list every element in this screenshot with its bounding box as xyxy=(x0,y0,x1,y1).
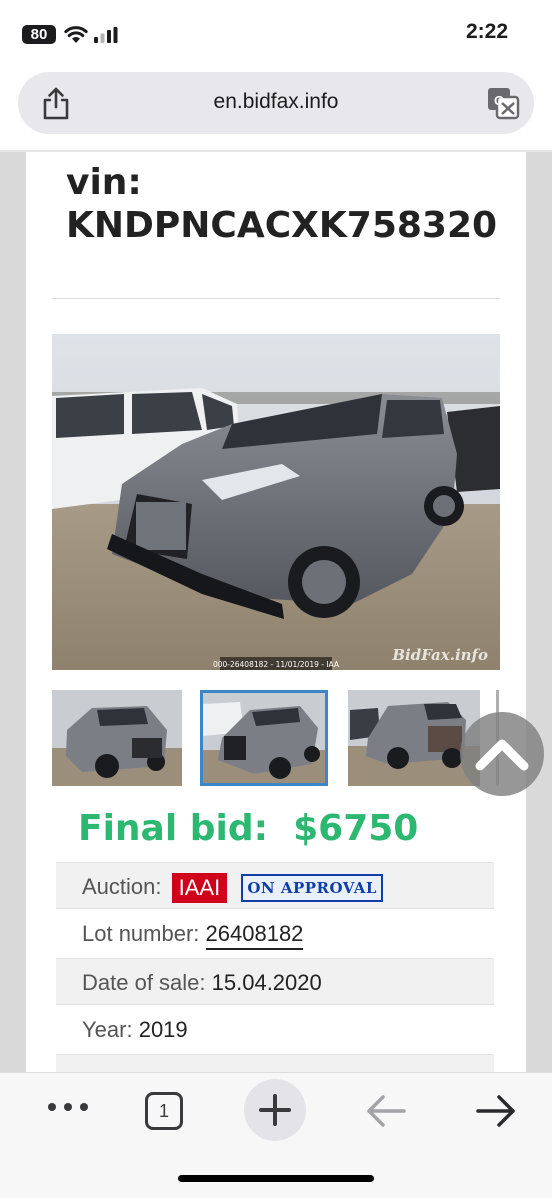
scroll-to-top-button[interactable] xyxy=(460,712,544,796)
tabs-button[interactable]: 1 xyxy=(145,1092,183,1130)
chevron-up-icon xyxy=(475,739,529,771)
photo-caption: 000-26408182 - 11/01/2019 - IAA xyxy=(213,660,340,669)
title-line: KNDPNCACXK758320 xyxy=(66,205,498,246)
photo-watermark: BidFax.info xyxy=(391,646,488,664)
auction-label: Auction: xyxy=(82,874,162,899)
title-line: vin: xyxy=(66,162,142,203)
approval-stamp: ON APPROVAL xyxy=(241,874,383,903)
thumbnail[interactable] xyxy=(52,690,182,786)
main-vehicle-photo[interactable]: BidFax.info 000-26408182 - 11/01/2019 - … xyxy=(52,334,500,670)
lot-number-link[interactable]: 26408182 xyxy=(205,921,304,950)
cellular-signal-icon xyxy=(94,27,118,43)
lot-label: Lot number: xyxy=(82,921,200,946)
status-bar: 80 2:22 xyxy=(0,0,552,66)
wifi-icon xyxy=(64,26,88,43)
final-bid: Final bid: $6750 xyxy=(78,808,418,849)
auction-row: Auction: IAAI ON APPROVAL xyxy=(56,862,494,909)
battery-indicator: 80 xyxy=(22,25,56,44)
final-bid-value: $6750 xyxy=(293,808,419,849)
date-row: Date of sale: 15.04.2020 xyxy=(56,958,494,1005)
arrow-right-icon[interactable] xyxy=(474,1093,518,1129)
home-indicator xyxy=(178,1175,374,1182)
final-bid-label: Final bid: xyxy=(78,808,269,849)
more-icon[interactable] xyxy=(46,1101,90,1113)
year-value: 2019 xyxy=(138,1017,188,1042)
divider xyxy=(52,298,500,299)
year-row: Year: 2019 xyxy=(56,1006,494,1053)
plus-icon xyxy=(259,1094,291,1126)
auction-house-badge[interactable]: IAAI xyxy=(171,873,228,904)
clock: 2:22 xyxy=(465,20,508,43)
year-label: Year: xyxy=(82,1017,133,1042)
browser-toolbar: 1 xyxy=(0,1072,552,1198)
address-bar[interactable]: en.bidfax.info G xyxy=(18,72,534,134)
lot-row: Lot number: 26408182 xyxy=(56,910,494,957)
web-content[interactable]: 2019 Silver 2.4L vin: KNDPNCACXK758320 xyxy=(0,152,552,1072)
thumbnail-selected[interactable] xyxy=(200,690,328,786)
next-row xyxy=(56,1054,494,1072)
photo-thumbnails xyxy=(52,690,526,786)
arrow-left-icon[interactable] xyxy=(364,1093,408,1129)
translate-icon[interactable]: G xyxy=(486,86,520,120)
listing-title: 2019 Silver 2.4L vin: KNDPNCACXK758320 xyxy=(66,152,526,247)
title-line: 2019 Silver 2.4L xyxy=(66,152,526,161)
date-value: 15.04.2020 xyxy=(211,970,322,995)
date-label: Date of sale: xyxy=(82,970,206,995)
new-tab-button[interactable] xyxy=(244,1079,306,1141)
listing-card: 2019 Silver 2.4L vin: KNDPNCACXK758320 xyxy=(26,152,526,1072)
svg-text:G: G xyxy=(494,93,504,108)
url-text[interactable]: en.bidfax.info xyxy=(18,90,534,114)
